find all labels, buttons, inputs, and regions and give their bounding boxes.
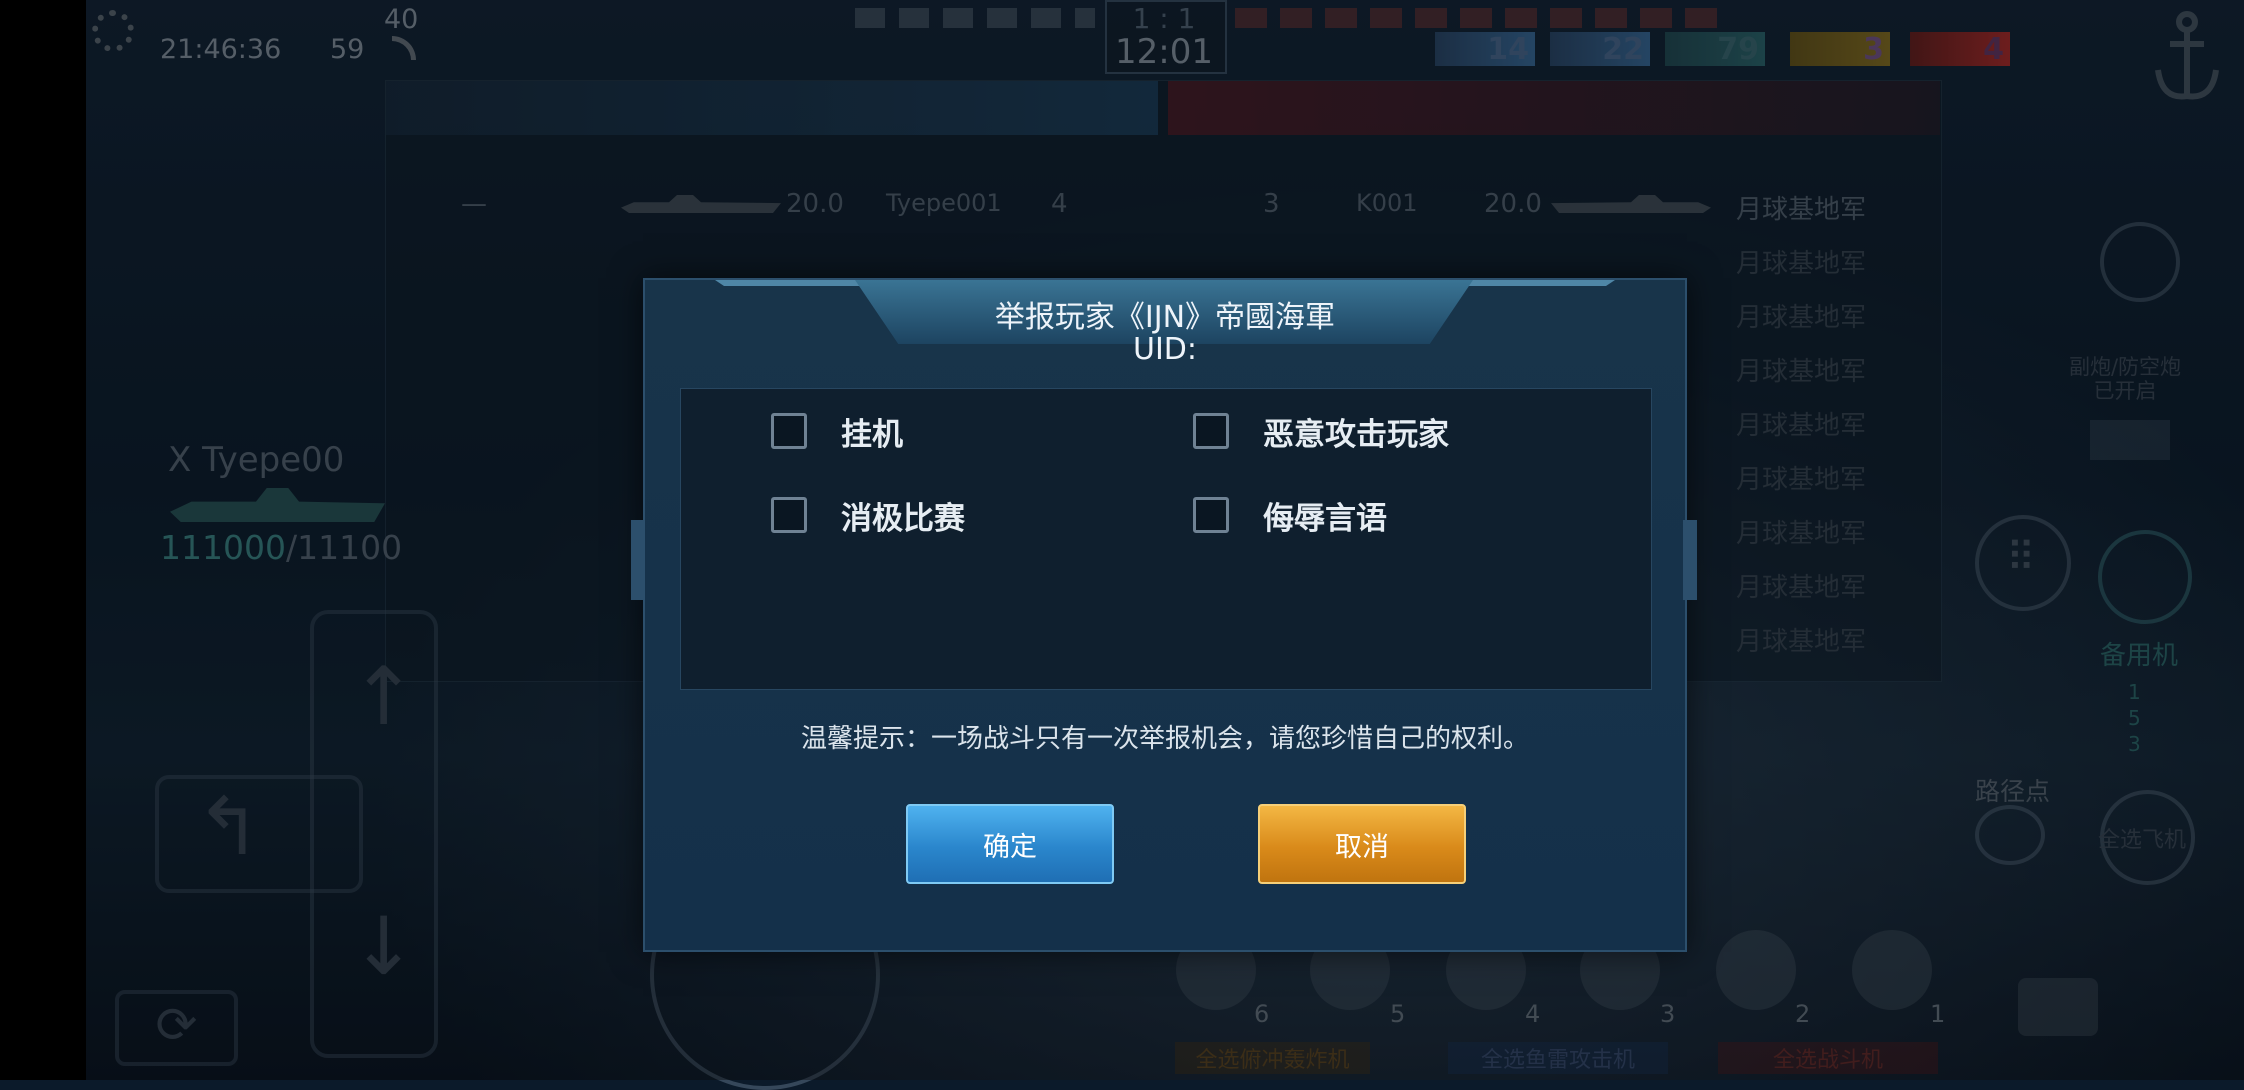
confirm-button[interactable]: 确定 — [906, 804, 1114, 884]
reason-label: 消极比赛 — [841, 500, 965, 537]
confirm-button-label: 确定 — [983, 831, 1037, 863]
reason-afk[interactable]: 挂机 — [771, 409, 903, 453]
checkbox[interactable] — [1193, 497, 1229, 533]
reason-label: 恶意攻击玩家 — [1263, 416, 1449, 453]
report-tip: 温馨提示：一场战斗只有一次举报机会，请您珍惜自己的权利。 — [800, 724, 1529, 754]
reason-insulting-language[interactable]: 侮辱言语 — [1193, 493, 1387, 537]
reason-malicious-attack[interactable]: 恶意攻击玩家 — [1193, 409, 1449, 453]
reason-label: 挂机 — [841, 416, 903, 453]
dialog-left-notch — [631, 520, 645, 600]
reason-passive-play[interactable]: 消极比赛 — [771, 493, 965, 537]
checkbox[interactable] — [771, 497, 807, 533]
checkbox[interactable] — [1193, 413, 1229, 449]
dialog-uid: UID: — [1132, 332, 1197, 367]
cancel-button-label: 取消 — [1335, 831, 1389, 863]
report-player-dialog: 举报玩家《IJN》帝國海軍 UID: 挂机 恶意攻击玩家 消极比赛 侮辱言语 温… — [631, 278, 1697, 952]
report-reasons-box: 挂机 恶意攻击玩家 消极比赛 侮辱言语 — [680, 388, 1652, 690]
reason-label: 侮辱言语 — [1263, 500, 1387, 537]
dialog-title: 举报玩家《IJN》帝國海軍 — [994, 300, 1336, 335]
dialog-right-notch — [1683, 520, 1697, 600]
checkbox[interactable] — [771, 413, 807, 449]
cancel-button[interactable]: 取消 — [1258, 804, 1466, 884]
